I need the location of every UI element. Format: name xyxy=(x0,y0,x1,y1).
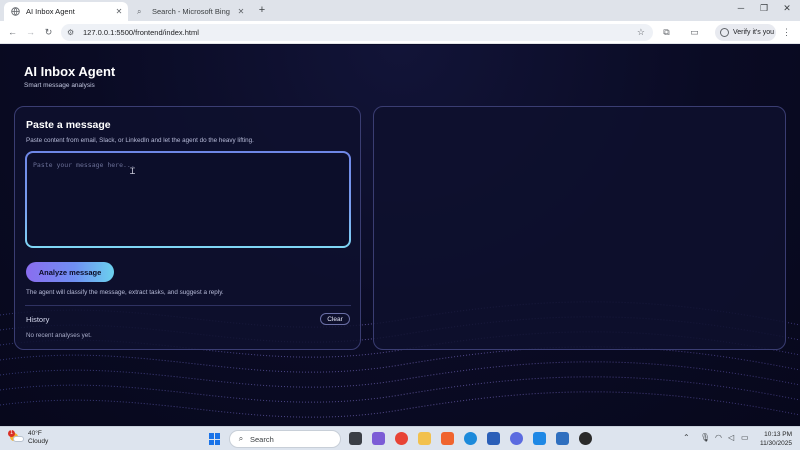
bookmark-star-icon[interactable]: ☆ xyxy=(637,27,645,38)
browser-toolbar: ← → ↻ ⚙ 127.0.0.1:5500/frontend/index.ht… xyxy=(0,21,800,44)
edge-icon[interactable] xyxy=(464,432,477,445)
tab-title: Search - Microsoft Bing xyxy=(152,7,230,16)
profile-verify-button[interactable]: Verify it's you xyxy=(715,24,776,41)
history-heading: History xyxy=(26,315,50,324)
weather-desc: Cloudy xyxy=(28,438,49,445)
app-title: AI Inbox Agent xyxy=(24,64,116,79)
brave-icon[interactable] xyxy=(441,432,454,445)
card-title: Paste a message xyxy=(26,119,111,131)
tab-ai-inbox-agent[interactable]: AI Inbox Agent ✕ xyxy=(4,2,128,21)
profile-label: Verify it's you xyxy=(733,29,775,36)
weather-badge: 1 xyxy=(8,430,15,437)
app-subtitle: Smart message analysis xyxy=(24,82,95,89)
store-icon[interactable] xyxy=(487,432,500,445)
paste-message-card: Paste a message Paste content from email… xyxy=(14,106,361,350)
task-view-icon[interactable] xyxy=(349,432,362,445)
clock-time: 10:13 PM xyxy=(764,431,792,438)
app-icon[interactable] xyxy=(510,432,523,445)
tab-title: AI Inbox Agent xyxy=(26,7,75,16)
close-tab-icon[interactable]: ✕ xyxy=(113,7,125,16)
address-bar[interactable]: ⚙ 127.0.0.1:5500/frontend/index.html ☆ xyxy=(61,24,653,41)
new-tab-button[interactable]: + xyxy=(255,3,269,17)
cast-icon[interactable]: ▭ xyxy=(688,26,701,39)
app-page: AI Inbox Agent Smart message analysis Pa… xyxy=(0,45,800,426)
taskbar-clock[interactable]: 10:13 PM 11/30/2025 xyxy=(752,430,792,448)
volume-icon[interactable]: ◁ xyxy=(728,433,734,442)
tab-bing-search[interactable]: ⌕ Search - Microsoft Bing ✕ xyxy=(130,2,250,21)
battery-icon[interactable]: ▭ xyxy=(741,433,749,442)
wifi-icon[interactable]: ◠ xyxy=(715,433,722,442)
analyze-message-button[interactable]: Analyze message xyxy=(26,262,114,282)
address-url[interactable]: 127.0.0.1:5500/frontend/index.html xyxy=(83,28,199,37)
notepad-icon[interactable] xyxy=(556,432,569,445)
results-card xyxy=(373,106,786,350)
file-explorer-icon[interactable] xyxy=(418,432,431,445)
card-description: Paste content from email, Slack, or Link… xyxy=(26,137,254,144)
restore-icon[interactable]: ❐ xyxy=(757,3,771,14)
message-textarea-frame xyxy=(25,151,351,248)
clock-date: 11/30/2025 xyxy=(759,440,792,447)
forward-arrow-icon[interactable]: → xyxy=(24,26,37,39)
search-icon: ⌕ xyxy=(238,434,244,443)
taskbar-search-label: Search xyxy=(250,434,274,444)
back-arrow-icon[interactable]: ← xyxy=(6,26,19,39)
weather-temp: 40°F xyxy=(28,430,42,437)
close-tab-icon[interactable]: ✕ xyxy=(235,7,247,16)
vscode-icon[interactable] xyxy=(533,432,546,445)
profile-icon xyxy=(720,28,729,37)
search-icon: ⌕ xyxy=(137,7,142,16)
menu-kebab-icon[interactable]: ⋮ xyxy=(780,26,793,39)
tray-chevron-up-icon[interactable]: ⌃ xyxy=(683,433,690,442)
windows-start-icon[interactable] xyxy=(209,433,221,445)
windows-taskbar: 1 40°F Cloudy ⌕ Search ⌃ 🎙 ◠ ◁ ▭ 10:13 P… xyxy=(0,426,800,450)
extensions-icon[interactable]: ⧉ xyxy=(660,26,673,39)
clear-history-button[interactable]: Clear xyxy=(320,313,350,325)
history-empty-text: No recent analyses yet. xyxy=(26,332,92,339)
chatgpt-icon[interactable] xyxy=(579,432,592,445)
globe-icon xyxy=(11,7,20,16)
minimize-icon[interactable]: ─ xyxy=(734,3,748,13)
taskbar-search-box[interactable]: ⌕ Search xyxy=(229,430,341,448)
copilot-icon[interactable] xyxy=(372,432,385,445)
weather-cloudy-icon: 1 xyxy=(8,430,24,444)
weather-widget[interactable]: 1 40°F Cloudy xyxy=(8,430,49,446)
text-cursor-icon: Ɪ xyxy=(130,166,136,176)
reload-icon[interactable]: ↻ xyxy=(42,26,55,39)
divider xyxy=(25,305,351,306)
close-window-icon[interactable]: ✕ xyxy=(780,3,794,14)
browser-tab-strip: AI Inbox Agent ✕ ⌕ Search - Microsoft Bi… xyxy=(0,0,800,21)
analyze-hint: The agent will classify the message, ext… xyxy=(26,289,224,296)
chrome-icon[interactable] xyxy=(395,432,408,445)
message-textarea[interactable] xyxy=(27,153,349,246)
microphone-icon[interactable]: 🎙 xyxy=(700,433,710,442)
site-info-icon[interactable]: ⚙ xyxy=(67,28,79,37)
